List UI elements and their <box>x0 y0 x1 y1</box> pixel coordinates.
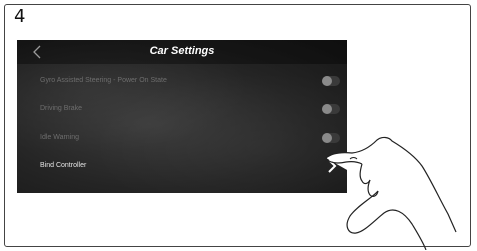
toggle-knob <box>322 76 332 86</box>
gyro-assisted-steering-toggle[interactable] <box>322 76 340 86</box>
setting-row-gyro-assisted-steering: Gyro Assisted Steering - Power On State <box>40 74 340 88</box>
setting-row-bind-controller[interactable]: Bind Controller <box>40 159 340 173</box>
setting-label: Gyro Assisted Steering - Power On State <box>40 77 167 84</box>
driving-brake-toggle[interactable] <box>322 104 340 114</box>
setting-label: Driving Brake <box>40 105 83 112</box>
setting-label: Bind Controller <box>40 162 87 169</box>
toggle-knob <box>322 104 332 114</box>
title-bar: Car Settings <box>17 40 347 64</box>
pointing-hand-icon <box>325 136 457 250</box>
step-number: 4 <box>14 6 26 27</box>
setting-label: Idle Warning <box>40 134 80 141</box>
screen-title: Car Settings <box>149 45 215 57</box>
setting-row-driving-brake: Driving Brake <box>40 102 340 116</box>
car-settings-screen: Car Settings Gyro Assisted Steering - Po… <box>17 40 347 193</box>
setting-row-idle-warning: Idle Warning <box>40 131 340 145</box>
